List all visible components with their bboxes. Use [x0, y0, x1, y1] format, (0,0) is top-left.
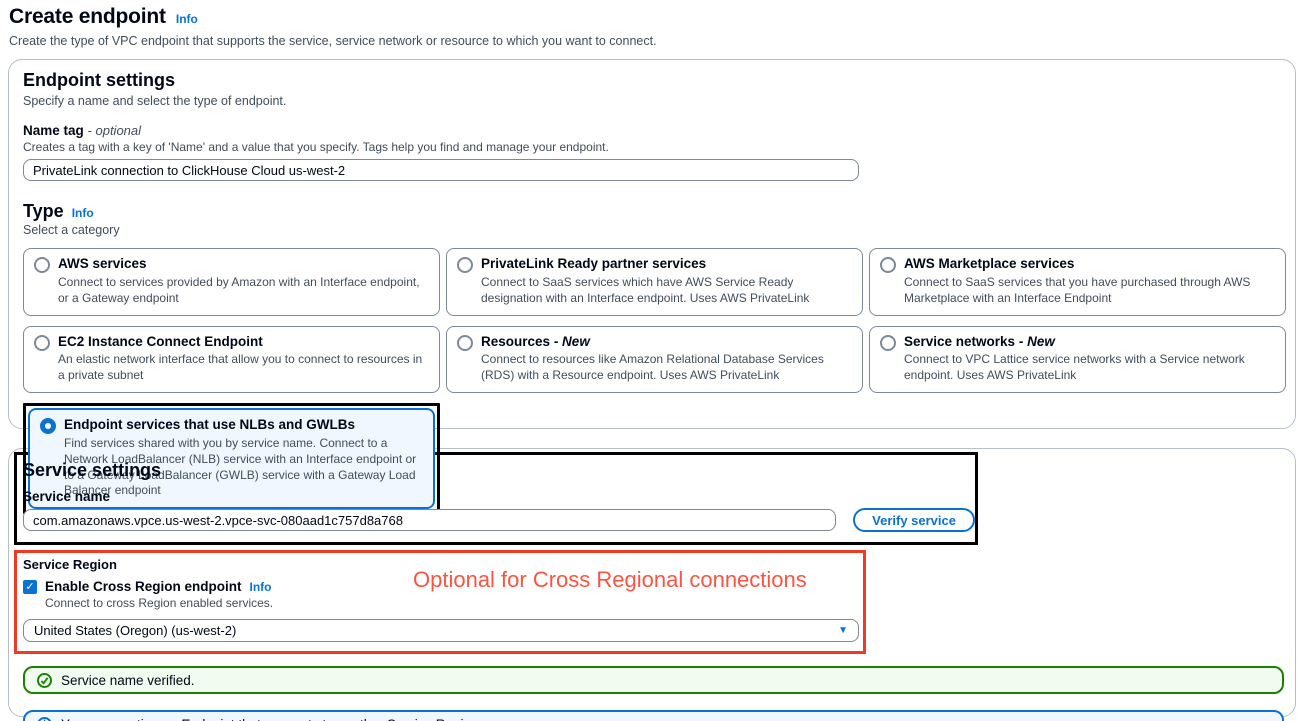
radio-icon[interactable] — [34, 335, 50, 351]
name-tag-label: Name tag - optional — [23, 123, 1281, 138]
page-header: Create endpoint Info Create the type of … — [8, 5, 1296, 48]
name-tag-description: Creates a tag with a key of 'Name' and a… — [23, 140, 1281, 154]
check-circle-icon — [37, 673, 52, 688]
cross-region-checkbox[interactable]: ✓ — [23, 580, 37, 594]
name-tag-input[interactable] — [23, 159, 859, 181]
radio-icon[interactable] — [880, 257, 896, 273]
type-heading: Type — [23, 201, 64, 222]
type-info-link[interactable]: Info — [72, 206, 94, 220]
type-option-resources[interactable]: Resources - New Connect to resources lik… — [446, 326, 863, 394]
cross-region-description: Connect to cross Region enabled services… — [45, 596, 863, 610]
info-icon: i — [37, 717, 52, 721]
region-select-value: United States (Oregon) (us-west-2) — [34, 623, 236, 638]
endpoint-settings-card: Endpoint settings Specify a name and sel… — [8, 59, 1296, 429]
type-option-aws-services[interactable]: AWS services Connect to services provide… — [23, 248, 440, 316]
radio-icon[interactable] — [457, 335, 473, 351]
type-description: Select a category — [23, 223, 1281, 237]
info-alert: i You are creating an Endpoint that conn… — [23, 710, 1284, 721]
endpoint-settings-heading: Endpoint settings — [23, 70, 1281, 91]
radio-selected-icon[interactable] — [40, 418, 56, 434]
chevron-down-icon: ▼ — [838, 625, 848, 636]
success-alert: Service name verified. — [23, 666, 1284, 694]
region-select[interactable]: United States (Oregon) (us-west-2) ▼ — [23, 619, 859, 642]
radio-icon[interactable] — [34, 257, 50, 273]
cross-region-checkbox-label: Enable Cross Region endpoint — [45, 579, 242, 594]
page-title: Create endpoint — [9, 5, 166, 29]
page-subtitle: Create the type of VPC endpoint that sup… — [9, 34, 1296, 48]
annotation-note-text: Optional for Cross Regional connections — [413, 567, 807, 593]
radio-icon[interactable] — [457, 257, 473, 273]
type-option-service-networks[interactable]: Service networks - New Connect to VPC La… — [869, 326, 1286, 394]
service-name-input[interactable] — [23, 509, 836, 531]
annotation-box-service-region: Service Region ✓ Enable Cross Region end… — [14, 550, 866, 654]
type-option-aws-marketplace[interactable]: AWS Marketplace services Connect to SaaS… — [869, 248, 1286, 316]
type-option-privatelink-partner[interactable]: PrivateLink Ready partner services Conne… — [446, 248, 863, 316]
info-alert-text: You are creating an Endpoint that connec… — [61, 717, 479, 721]
page-title-info-link[interactable]: Info — [176, 12, 198, 26]
radio-icon[interactable] — [880, 335, 896, 351]
endpoint-settings-description: Specify a name and select the type of en… — [23, 94, 1281, 108]
verify-service-button[interactable]: Verify service — [853, 508, 975, 532]
success-alert-text: Service name verified. — [61, 673, 195, 688]
cross-region-info-link[interactable]: Info — [250, 580, 272, 594]
type-option-ec2-instance-connect[interactable]: EC2 Instance Connect Endpoint An elastic… — [23, 326, 440, 394]
